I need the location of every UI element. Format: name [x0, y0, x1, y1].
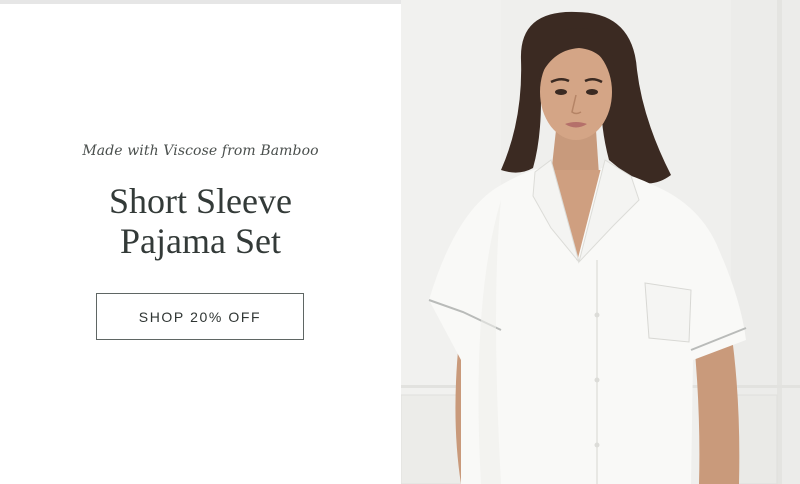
promo-title-line-1: Short Sleeve	[109, 181, 292, 221]
promo-eyebrow: Made with Viscose from Bamboo	[82, 143, 319, 159]
promo-title-line-2: Pajama Set	[120, 221, 281, 261]
shop-button[interactable]: SHOP 20% OFF	[96, 293, 304, 340]
promo-title: Short Sleeve Pajama Set	[0, 181, 401, 261]
product-photo[interactable]	[401, 0, 800, 484]
model-photo-illustration	[401, 0, 800, 484]
